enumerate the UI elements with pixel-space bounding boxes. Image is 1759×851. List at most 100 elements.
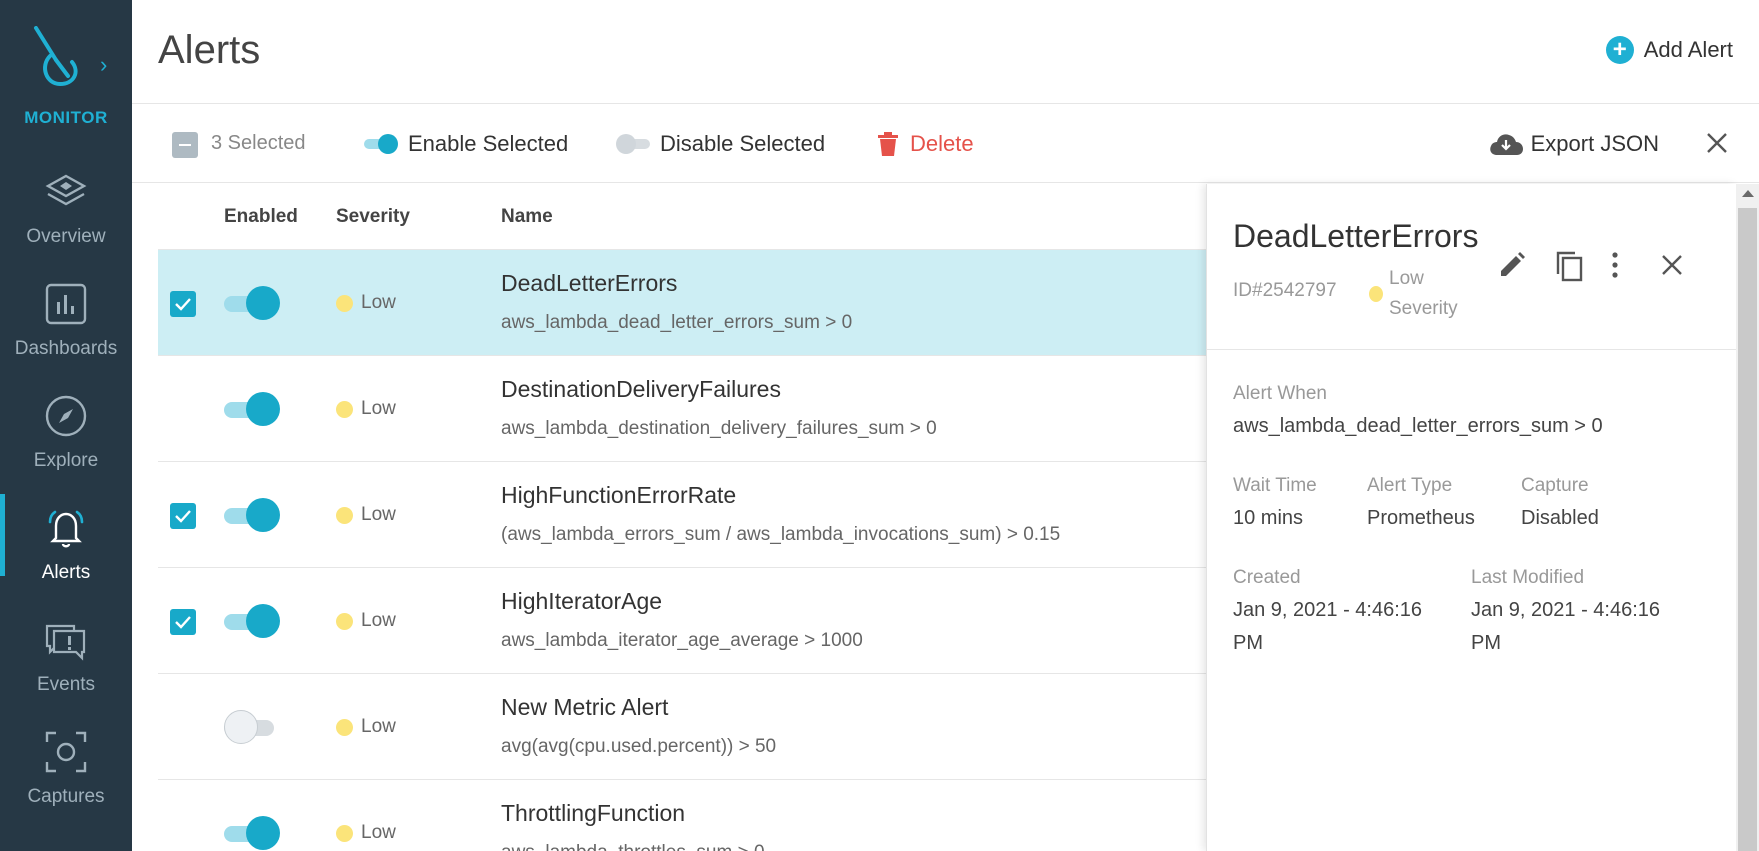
alert-name: New Metric Alert xyxy=(501,694,669,720)
enabled-toggle[interactable] xyxy=(224,816,280,851)
enable-selected-label: Enable Selected xyxy=(408,131,569,156)
scroll-up-arrow-icon[interactable] xyxy=(1742,190,1754,197)
alerts-table: Enabled Severity Name Low DeadLetterErro… xyxy=(158,184,1206,851)
panel-scrollbar[interactable] xyxy=(1736,184,1759,851)
nav-item-overview[interactable]: Overview xyxy=(0,150,132,262)
nav-item-dashboards[interactable]: Dashboards xyxy=(0,262,132,374)
severity-dot-icon xyxy=(336,294,353,312)
delete-label: Delete xyxy=(910,131,974,156)
alert-when-value: aws_lambda_dead_letter_errors_sum > 0 xyxy=(1233,415,1603,437)
alert-expression: avg(avg(cpu.used.percent)) > 50 xyxy=(501,736,777,757)
enabled-toggle[interactable] xyxy=(224,604,280,640)
capture-icon xyxy=(45,731,87,773)
alert-type-label: Alert Type xyxy=(1367,475,1453,496)
select-all-checkbox[interactable] xyxy=(172,132,198,158)
alert-expression: (aws_lambda_errors_sum / aws_lambda_invo… xyxy=(501,524,1061,545)
scrollbar-thumb[interactable] xyxy=(1738,208,1757,851)
bar-chart-icon xyxy=(45,283,87,325)
row-checkbox[interactable] xyxy=(170,821,196,847)
check-icon xyxy=(175,298,191,311)
nav-item-alerts[interactable]: Alerts xyxy=(0,486,132,598)
column-header-name[interactable]: Name xyxy=(501,206,553,228)
close-panel-icon[interactable] xyxy=(1659,252,1685,278)
check-icon xyxy=(175,510,191,523)
nav-item-captures[interactable]: Captures xyxy=(0,710,132,822)
modified-date: Jan 9, 2021 - 4:46:16 xyxy=(1471,599,1661,621)
enabled-toggle[interactable] xyxy=(224,286,280,322)
nav-item-events[interactable]: Events xyxy=(0,598,132,710)
toggle-off-icon xyxy=(616,133,650,155)
nav-label: Overview xyxy=(26,226,106,247)
detail-severity-caption: Severity xyxy=(1389,298,1458,319)
table-row[interactable]: Low ThrottlingFunction aws_lambda_thrott… xyxy=(158,780,1206,851)
trash-icon xyxy=(878,132,898,156)
capture-label: Capture xyxy=(1521,475,1589,496)
modified-label: Last Modified xyxy=(1471,567,1585,588)
brand-name: MONITOR xyxy=(24,108,108,127)
enable-selected-button[interactable]: Enable Selected xyxy=(364,131,568,157)
export-json-label: Export JSON xyxy=(1530,131,1659,156)
row-checkbox[interactable] xyxy=(170,503,196,529)
copy-icon[interactable] xyxy=(1553,250,1585,282)
severity-cell: Low xyxy=(336,398,396,420)
row-checkbox[interactable] xyxy=(170,715,196,741)
severity-dot-icon xyxy=(336,612,353,630)
row-checkbox[interactable] xyxy=(170,291,196,317)
modified-ampm: PM xyxy=(1471,632,1501,654)
created-value: Jan 9, 2021 - 4:46:16 PM xyxy=(1233,594,1422,660)
sidebar: › MONITOR Overview Dashboards Explore Al… xyxy=(0,0,132,851)
alert-name: HighIteratorAge xyxy=(501,588,663,614)
nav-label: Events xyxy=(36,674,96,695)
alert-when-label: Alert When xyxy=(1233,383,1327,404)
created-label: Created xyxy=(1233,567,1301,588)
capture-value: Disabled xyxy=(1521,507,1599,529)
alert-expression: aws_lambda_iterator_age_average > 1000 xyxy=(501,630,863,651)
cloud-download-icon xyxy=(1489,134,1523,155)
severity-dot-icon xyxy=(336,718,353,736)
table-row[interactable]: Low New Metric Alert avg(avg(cpu.used.pe… xyxy=(158,674,1206,780)
disable-selected-button[interactable]: Disable Selected xyxy=(616,131,825,157)
shovel-logo-icon xyxy=(34,26,78,87)
detail-severity: Low Severity xyxy=(1369,264,1458,324)
add-alert-button[interactable]: + Add Alert xyxy=(1605,36,1733,64)
page-title: Alerts xyxy=(158,28,261,72)
table-row[interactable]: Low HighFunctionErrorRate (aws_lambda_er… xyxy=(158,462,1206,568)
chevron-right-icon[interactable]: › xyxy=(100,52,107,78)
alert-expression: aws_lambda_dead_letter_errors_sum > 0 xyxy=(501,312,853,333)
close-icon[interactable] xyxy=(1703,129,1731,157)
page-header: Alerts + Add Alert xyxy=(132,0,1759,104)
bulk-action-toolbar: 3 Selected Enable Selected Disable Selec… xyxy=(132,105,1759,183)
table-row[interactable]: Low DeadLetterErrors aws_lambda_dead_let… xyxy=(158,250,1206,356)
column-header-enabled[interactable]: Enabled xyxy=(224,206,298,228)
plus-circle-icon: + xyxy=(1605,36,1634,64)
enabled-toggle[interactable] xyxy=(224,498,280,534)
enabled-toggle[interactable] xyxy=(224,710,280,746)
severity-cell: Low xyxy=(336,716,396,738)
alert-type-value: Prometheus xyxy=(1367,507,1475,529)
row-checkbox[interactable] xyxy=(170,397,196,423)
table-row[interactable]: Low DestinationDeliveryFailures aws_lamb… xyxy=(158,356,1206,462)
row-checkbox[interactable] xyxy=(170,609,196,635)
nav-label: Explore xyxy=(33,450,99,471)
layers-icon xyxy=(45,174,87,206)
severity-label: Low xyxy=(361,610,396,631)
alert-name: DeadLetterErrors xyxy=(501,270,678,296)
severity-label: Low xyxy=(361,292,396,313)
add-alert-label: Add Alert xyxy=(1643,37,1733,62)
more-vertical-icon[interactable] xyxy=(1609,250,1621,280)
logo[interactable]: › MONITOR xyxy=(0,0,132,140)
alert-name: DestinationDeliveryFailures xyxy=(501,376,781,402)
alert-name: ThrottlingFunction xyxy=(501,800,686,826)
nav-item-explore[interactable]: Explore xyxy=(0,374,132,486)
created-ampm: PM xyxy=(1233,632,1263,654)
export-json-button[interactable]: Export JSON xyxy=(1489,131,1659,157)
compass-icon xyxy=(45,395,87,437)
severity-label: Low xyxy=(361,822,396,843)
enabled-toggle[interactable] xyxy=(224,392,280,428)
nav-label: Captures xyxy=(27,786,105,807)
table-row[interactable]: Low HighIteratorAge aws_lambda_iterator_… xyxy=(158,568,1206,674)
alert-expression: aws_lambda_destination_delivery_failures… xyxy=(501,418,937,439)
column-header-severity[interactable]: Severity xyxy=(336,206,410,228)
delete-button[interactable]: Delete xyxy=(878,131,974,157)
edit-pencil-icon[interactable] xyxy=(1497,250,1527,280)
